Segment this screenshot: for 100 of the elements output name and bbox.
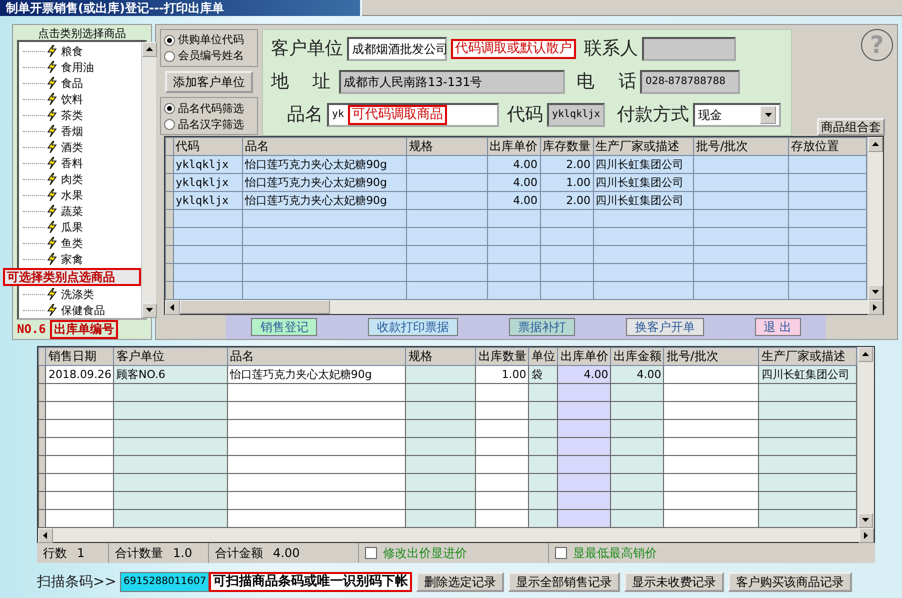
column-header[interactable]: 销售日期 [46, 348, 114, 366]
scroll-up-button[interactable] [868, 137, 883, 152]
arrow-icon [41, 531, 50, 540]
category-item[interactable]: 肉类 [61, 172, 83, 186]
lightning-icon [47, 189, 57, 202]
toolbar-button[interactable]: 客户购买该商品记录 [728, 572, 852, 592]
scroll-down-button[interactable] [858, 513, 873, 528]
checkbox[interactable] [365, 547, 377, 559]
product-field[interactable]: yk 可代码调取商品 [327, 103, 499, 127]
toolbar-button[interactable]: 显示全部销售记录 [508, 572, 620, 592]
category-item[interactable]: 瓜果 [61, 220, 83, 234]
column-header[interactable]: 出库金额 [610, 348, 664, 366]
scroll-right-button[interactable] [859, 528, 874, 543]
category-item[interactable]: 食用油 [61, 60, 94, 74]
category-item[interactable]: 水果 [61, 188, 83, 202]
row-selector[interactable] [166, 138, 174, 156]
lightning-icon [47, 304, 57, 316]
column-header[interactable]: 库存数量 [540, 138, 594, 156]
column-header[interactable]: 单位 [528, 348, 558, 366]
lightning-icon [47, 253, 57, 266]
scroll-left-button[interactable] [38, 528, 53, 543]
row-selector[interactable] [166, 246, 174, 264]
add-customer-button[interactable]: 添加客户单位 [165, 71, 253, 94]
column-header[interactable]: 品名 [242, 138, 407, 156]
row-selector[interactable] [166, 156, 174, 174]
lightning-icon [47, 221, 57, 234]
checkbox[interactable] [555, 547, 567, 559]
radio-button[interactable] [164, 118, 175, 130]
column-header[interactable]: 生产厂家或描述 [758, 348, 856, 366]
column-header[interactable]: 品名 [227, 348, 406, 366]
column-header[interactable]: 批号/批次 [694, 138, 789, 156]
category-item[interactable]: 洗涤类 [61, 288, 94, 301]
category-item[interactable]: 食品 [61, 76, 83, 90]
column-header[interactable]: 存放位置 [788, 138, 866, 156]
category-item[interactable]: 茶类 [61, 108, 83, 122]
row-selector[interactable] [166, 192, 174, 210]
column-header[interactable]: 代码 [173, 138, 243, 156]
row-selector[interactable] [166, 174, 174, 192]
row-selector[interactable] [38, 366, 46, 384]
category-item[interactable]: 香烟 [61, 124, 83, 138]
action-button[interactable]: 换客户开单 [626, 318, 704, 336]
address-field[interactable]: 成都市人民南路13-131号 [338, 70, 565, 94]
dropdown-button[interactable] [760, 106, 776, 124]
contact-field[interactable] [642, 37, 736, 61]
category-item[interactable]: 粮食 [61, 44, 83, 58]
row-selector[interactable] [38, 420, 46, 438]
row-selector[interactable] [38, 402, 46, 420]
action-button[interactable]: 退 出 [754, 318, 801, 336]
row-selector[interactable] [38, 492, 46, 510]
row-selector[interactable] [38, 510, 46, 528]
row-selector[interactable] [38, 438, 46, 456]
scroll-up-button[interactable] [142, 42, 157, 58]
row-selector[interactable] [38, 348, 46, 366]
customer-field[interactable]: 成都烟酒批发公司 [347, 37, 447, 61]
row-selector[interactable] [166, 264, 174, 282]
category-item[interactable]: 酒类 [61, 140, 83, 154]
row-selector[interactable] [38, 474, 46, 492]
scroll-down-button[interactable] [868, 285, 883, 300]
action-button[interactable]: 销售登记 [251, 318, 318, 336]
toolbar-button[interactable]: 显示未收费记录 [624, 572, 724, 592]
scroll-down-button[interactable] [142, 303, 157, 318]
radio-label[interactable]: 品名代码筛选 [178, 102, 244, 115]
row-selector[interactable] [38, 384, 46, 402]
row-selector[interactable] [166, 210, 174, 228]
radio-button[interactable] [164, 34, 175, 46]
column-header[interactable]: 生产厂家或描述 [593, 138, 694, 156]
category-item[interactable]: 蔬菜 [61, 204, 83, 218]
scroll-right-button[interactable] [868, 300, 883, 316]
column-header[interactable]: 客户单位 [114, 348, 228, 366]
scroll-thumb[interactable] [180, 300, 330, 314]
payment-dropdown[interactable]: 现金 [693, 103, 782, 127]
column-header[interactable]: 规格 [406, 348, 476, 366]
row-selector[interactable] [38, 456, 46, 474]
radio-button[interactable] [164, 50, 175, 62]
barcode-field[interactable]: 6915288011607 [120, 572, 210, 592]
category-item[interactable]: 家禽 [61, 252, 83, 266]
action-button[interactable]: 票据补打 [509, 318, 576, 336]
lightning-icon [47, 141, 57, 154]
lightning-icon [47, 237, 57, 250]
column-header[interactable]: 规格 [406, 138, 488, 156]
scroll-up-button[interactable] [858, 347, 873, 362]
scroll-left-button[interactable] [165, 300, 180, 316]
category-item[interactable]: 鱼类 [61, 236, 83, 250]
row-selector[interactable] [166, 228, 174, 246]
column-header[interactable]: 出库单价 [558, 348, 611, 366]
radio-label[interactable]: 供购单位代码 [178, 33, 244, 47]
toolbar-button[interactable]: 删除选定记录 [416, 572, 504, 592]
code-field[interactable]: yklqkljx [547, 103, 606, 127]
column-header[interactable]: 批号/批次 [664, 348, 759, 366]
column-header[interactable]: 出库数量 [476, 348, 529, 366]
radio-label[interactable]: 品名汉字筛选 [178, 118, 244, 131]
category-item[interactable]: 香料 [61, 156, 83, 170]
category-item[interactable]: 保健食品 [61, 304, 105, 317]
radio-label[interactable]: 会员编号姓名 [178, 49, 244, 63]
phone-field[interactable]: 028-878788788 [640, 70, 740, 94]
combo-button[interactable]: 商品组合套 [817, 118, 885, 136]
radio-button[interactable] [164, 102, 175, 114]
column-header[interactable]: 出库单价 [487, 138, 540, 156]
category-item[interactable]: 饮料 [61, 92, 83, 106]
action-button[interactable]: 收款打印票据 [368, 318, 458, 336]
